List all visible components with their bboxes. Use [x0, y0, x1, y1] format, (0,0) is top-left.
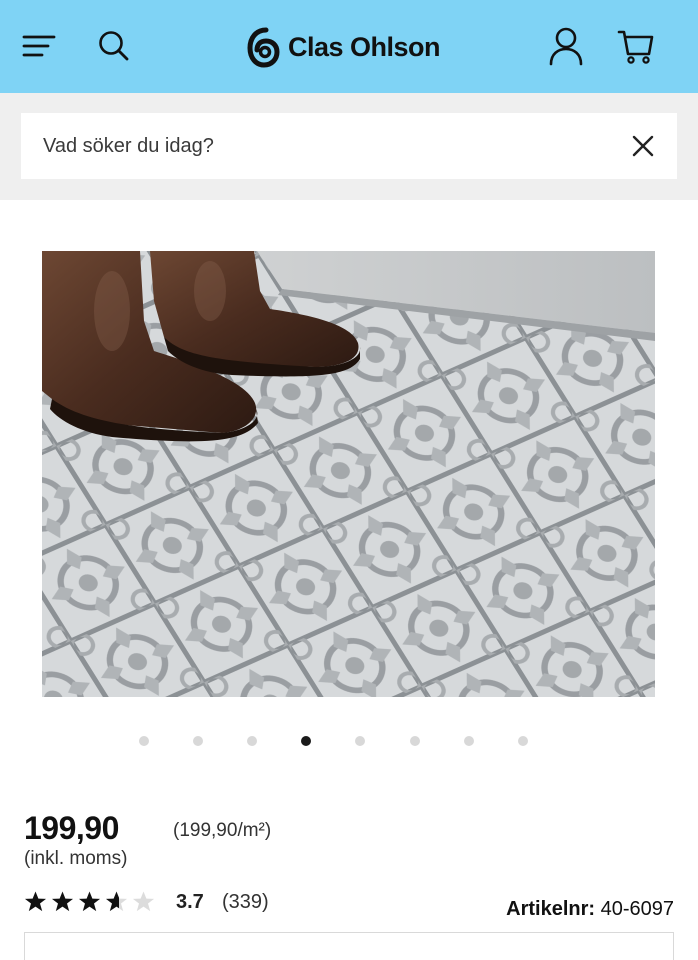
article-number-label: Artikelnr: — [506, 898, 596, 920]
article-number-value: 40-6097 — [600, 898, 674, 920]
brand-name: Clas Ohlson — [288, 31, 441, 62]
star-partial-icon — [105, 891, 128, 912]
top-bar: Clas Ohlson — [0, 0, 698, 93]
search-input[interactable] — [21, 113, 611, 179]
search-icon — [99, 31, 129, 61]
rating-value: 3.7 — [176, 891, 204, 913]
gallery-dot[interactable] — [464, 736, 474, 746]
account-button[interactable] — [544, 24, 588, 68]
close-icon — [632, 135, 654, 157]
search-box — [21, 113, 677, 179]
gallery-dot[interactable] — [355, 736, 365, 746]
clear-search-button[interactable] — [627, 130, 659, 162]
cart-icon — [617, 30, 654, 64]
menu-button[interactable] — [18, 28, 58, 64]
search-section — [0, 93, 698, 200]
gallery-dot[interactable] — [193, 736, 203, 746]
product-price: 199,90 — [24, 810, 119, 846]
account-icon — [549, 27, 583, 66]
rating-stars[interactable] — [24, 890, 155, 913]
brand-logo[interactable]: Clas Ohlson — [246, 24, 441, 70]
article-number: Artikelnr: 40-6097 — [506, 898, 674, 921]
gallery-pagination — [0, 733, 698, 749]
vat-note: (inkl. moms) — [24, 848, 128, 869]
star-full-icon — [51, 891, 74, 912]
cart-button[interactable] — [612, 24, 660, 68]
menu-icon — [22, 35, 56, 57]
product-image[interactable] — [42, 251, 655, 697]
clas-ohlson-logo-icon — [247, 27, 280, 68]
gallery-dot[interactable] — [247, 736, 257, 746]
gallery-dot[interactable] — [410, 736, 420, 746]
review-count-link[interactable]: (339) — [222, 891, 269, 914]
gallery-dot[interactable] — [139, 736, 149, 746]
product-options-panel — [24, 932, 674, 960]
star-full-icon — [24, 891, 47, 912]
tile-floor-photo — [42, 251, 655, 697]
unit-price: (199,90/m²) — [173, 820, 272, 841]
search-button[interactable] — [94, 26, 134, 66]
gallery-dot[interactable] — [518, 736, 528, 746]
gallery-dot-active[interactable] — [301, 736, 311, 746]
star-full-icon — [78, 891, 101, 912]
star-empty-icon — [132, 891, 155, 912]
